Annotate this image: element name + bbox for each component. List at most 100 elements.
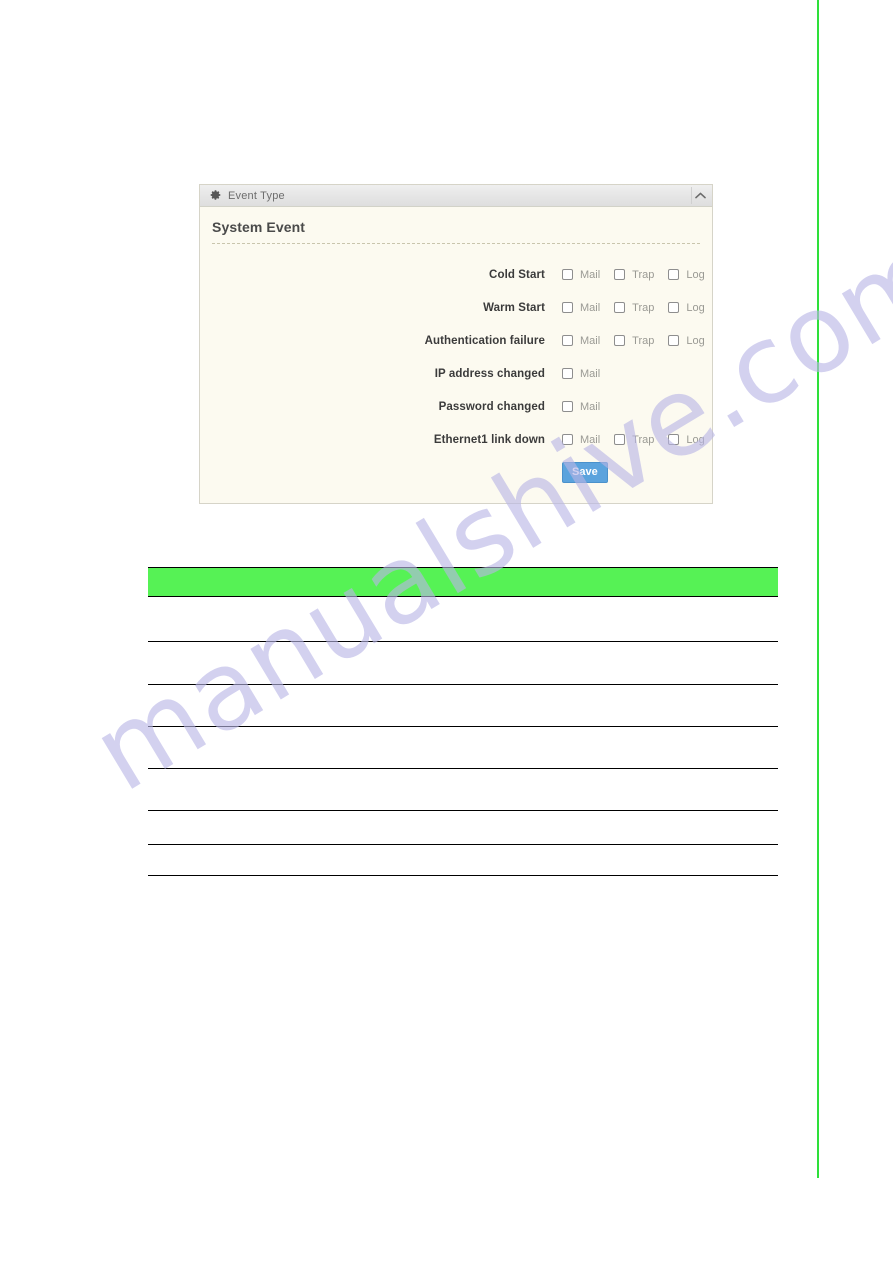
event-row-label: Ethernet1 link down [433,433,545,446]
table-cell [407,726,778,769]
checkbox-option-trap[interactable]: Trap [614,269,654,281]
event-row: IP address changed Mail [211,357,701,390]
checkbox-label: Log [686,433,705,446]
checkbox-option-log[interactable]: Log [668,268,705,281]
checkbox-label: Mail [580,367,601,380]
table-cell [148,684,407,727]
checkbox-log[interactable] [668,434,680,445]
chevron-up-icon [695,192,706,199]
checkbox-option-mail[interactable]: Mail [562,434,600,446]
checkbox-trap[interactable] [614,434,626,445]
checkbox-label: Mail [580,334,601,347]
checkbox-option-trap[interactable]: Trap [614,434,654,446]
event-row: Warm Start Mail Trap Log [211,291,705,324]
save-spacer [211,462,562,483]
event-option-group: Mail Trap Log [562,335,719,347]
table-row [148,596,778,642]
table-cell [148,641,407,685]
save-button[interactable]: Save [562,462,608,484]
table-cell [148,810,407,845]
checkbox-trap[interactable] [614,269,626,280]
event-row-label: Cold Start [489,268,545,281]
checkbox-option-trap[interactable]: Trap [614,302,654,314]
save-row: Save [211,456,701,484]
table-row [148,726,778,769]
checkbox-label: Trap [632,433,655,446]
event-rows-container: Cold Start Mail Trap Log Warm Start Mail Trap L… [211,258,705,456]
checkbox-trap[interactable] [614,335,626,346]
section-divider [212,243,700,244]
checkbox-option-log[interactable]: Log [668,433,705,446]
checkbox-label: Trap [632,334,655,347]
table-row [148,684,778,727]
table-cell [407,596,778,642]
checkbox-label: Mail [580,268,601,281]
table-row [148,768,778,811]
page-edge-green-rule [817,0,819,1178]
event-row-label: Authentication failure [424,334,545,347]
event-option-group: Mail [562,368,614,380]
event-row: Password changed Mail [211,390,701,423]
event-option-group: Mail Trap Log [562,434,719,446]
table-row [148,810,778,845]
event-row-label: IP address changed [434,367,545,380]
checkbox-label: Mail [580,433,601,446]
checkbox-mail[interactable] [562,401,573,412]
checkbox-mail[interactable] [562,368,573,379]
checkbox-log[interactable] [668,302,680,313]
table-header-cell [407,567,778,597]
checkbox-label: Mail [580,400,601,413]
table-cell [407,641,778,685]
checkbox-option-log[interactable]: Log [668,334,705,347]
section-title: System Event [212,219,306,235]
event-option-group: Mail [562,401,614,413]
checkbox-mail[interactable] [562,335,573,346]
table-cell [148,768,407,811]
checkbox-label: Log [686,301,705,314]
table-row [148,641,778,685]
checkbox-log[interactable] [668,335,680,346]
checkbox-log[interactable] [668,269,680,280]
checkbox-label: Mail [580,301,601,314]
table-cell [407,768,778,811]
checkbox-option-log[interactable]: Log [668,301,705,314]
event-option-group: Mail Trap Log [562,269,719,281]
checkbox-option-mail[interactable]: Mail [562,302,600,314]
checkbox-option-trap[interactable]: Trap [614,335,654,347]
table-cell [407,844,778,876]
gear-icon [210,190,221,200]
event-type-panel: Event Type System Event Cold Start Mail Tr… [199,184,713,505]
event-row: Authentication failure Mail Trap Log [211,324,705,357]
table-cell [407,810,778,845]
event-row-label: Warm Start [483,301,545,314]
spec-table [148,567,778,876]
checkbox-trap[interactable] [614,302,626,313]
checkbox-mail[interactable] [562,302,573,313]
checkbox-option-mail[interactable]: Mail [562,269,600,281]
panel-header: Event Type [200,185,712,207]
checkbox-mail[interactable] [562,269,573,280]
table-cell [148,596,407,642]
checkbox-label: Log [686,268,705,281]
checkbox-label: Log [686,334,705,347]
checkbox-option-mail[interactable]: Mail [562,335,600,347]
table-cell [407,684,778,727]
panel-title: Event Type [228,189,285,202]
event-option-group: Mail Trap Log [562,302,719,314]
table-cell [148,726,407,769]
table-row [148,844,778,876]
checkbox-mail[interactable] [562,434,573,445]
checkbox-label: Trap [632,301,655,314]
table-header-row [148,567,778,597]
event-row: Ethernet1 link down Mail Trap Log [211,423,705,456]
event-row: Cold Start Mail Trap Log [211,258,705,291]
spec-table-body [148,567,778,876]
event-row-label: Password changed [438,400,545,413]
table-header-cell [148,567,407,597]
checkbox-option-mail[interactable]: Mail [562,401,600,413]
panel-collapse-button[interactable] [691,187,709,204]
checkbox-label: Trap [632,268,655,281]
panel-body: System Event Cold Start Mail Trap Log Warm S… [200,207,712,504]
table-cell [148,844,407,876]
checkbox-option-mail[interactable]: Mail [562,368,600,380]
